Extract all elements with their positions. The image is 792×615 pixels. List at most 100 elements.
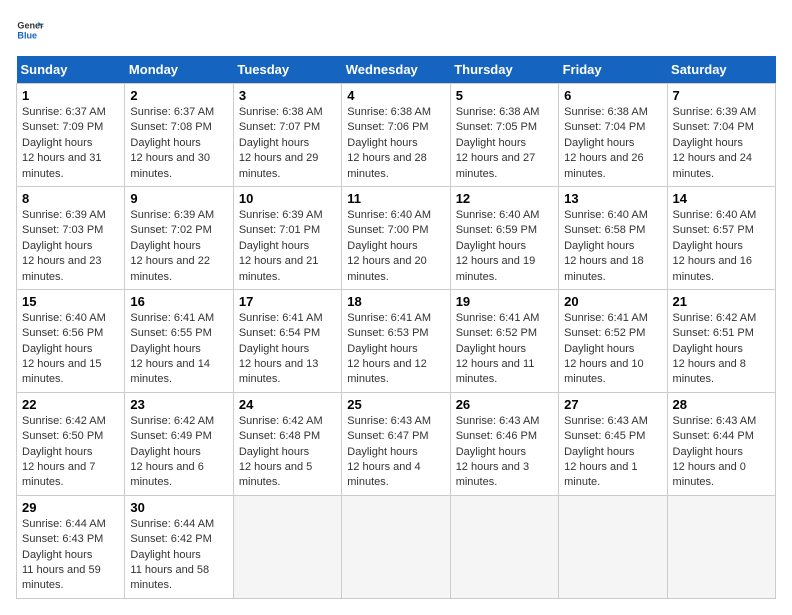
daylight-value: 12 hours and 27 minutes.: [456, 152, 536, 179]
daylight-label: Daylight hours: [22, 549, 92, 561]
day-info: Sunrise: 6:43 AM Sunset: 6:44 PM Dayligh…: [673, 414, 770, 491]
sunset-label: Sunset: 7:01 PM: [239, 224, 320, 236]
sunset-label: Sunset: 6:45 PM: [564, 430, 645, 442]
day-number: 8: [22, 191, 119, 206]
sunrise-label: Sunrise: 6:40 AM: [347, 209, 431, 221]
day-info: Sunrise: 6:44 AM Sunset: 6:43 PM Dayligh…: [22, 517, 119, 594]
day-number: 23: [130, 397, 227, 412]
day-info: Sunrise: 6:40 AM Sunset: 6:59 PM Dayligh…: [456, 208, 553, 285]
sunset-label: Sunset: 6:43 PM: [22, 533, 103, 545]
day-info: Sunrise: 6:41 AM Sunset: 6:53 PM Dayligh…: [347, 311, 444, 388]
day-number: 17: [239, 294, 336, 309]
day-info: Sunrise: 6:40 AM Sunset: 7:00 PM Dayligh…: [347, 208, 444, 285]
daylight-label: Daylight hours: [239, 343, 309, 355]
calendar-week-5: 29 Sunrise: 6:44 AM Sunset: 6:43 PM Dayl…: [17, 495, 776, 598]
day-number: 27: [564, 397, 661, 412]
daylight-value: 12 hours and 13 minutes.: [239, 358, 319, 385]
calendar-cell: 25 Sunrise: 6:43 AM Sunset: 6:47 PM Dayl…: [342, 392, 450, 495]
calendar-week-1: 1 Sunrise: 6:37 AM Sunset: 7:09 PM Dayli…: [17, 84, 776, 187]
day-number: 18: [347, 294, 444, 309]
logo-icon: General Blue: [16, 16, 44, 44]
day-number: 20: [564, 294, 661, 309]
day-number: 24: [239, 397, 336, 412]
daylight-value: 12 hours and 22 minutes.: [130, 255, 210, 282]
sunset-label: Sunset: 7:04 PM: [673, 121, 754, 133]
daylight-value: 12 hours and 19 minutes.: [456, 255, 536, 282]
day-number: 7: [673, 88, 770, 103]
day-number: 5: [456, 88, 553, 103]
daylight-label: Daylight hours: [347, 446, 417, 458]
sunrise-label: Sunrise: 6:42 AM: [673, 312, 757, 324]
daylight-value: 12 hours and 26 minutes.: [564, 152, 644, 179]
svg-text:General: General: [17, 21, 44, 31]
daylight-label: Daylight hours: [239, 137, 309, 149]
daylight-value: 11 hours and 58 minutes.: [130, 564, 209, 591]
day-info: Sunrise: 6:40 AM Sunset: 6:56 PM Dayligh…: [22, 311, 119, 388]
calendar-cell: 7 Sunrise: 6:39 AM Sunset: 7:04 PM Dayli…: [667, 84, 775, 187]
sunrise-label: Sunrise: 6:42 AM: [239, 415, 323, 427]
day-info: Sunrise: 6:44 AM Sunset: 6:42 PM Dayligh…: [130, 517, 227, 594]
calendar-cell: 28 Sunrise: 6:43 AM Sunset: 6:44 PM Dayl…: [667, 392, 775, 495]
sunset-label: Sunset: 6:47 PM: [347, 430, 428, 442]
calendar-header: SundayMondayTuesdayWednesdayThursdayFrid…: [17, 56, 776, 84]
calendar-cell: [559, 495, 667, 598]
daylight-label: Daylight hours: [456, 240, 526, 252]
calendar-cell: 1 Sunrise: 6:37 AM Sunset: 7:09 PM Dayli…: [17, 84, 125, 187]
calendar-cell: [342, 495, 450, 598]
daylight-value: 12 hours and 8 minutes.: [673, 358, 746, 385]
daylight-value: 12 hours and 11 minutes.: [456, 358, 535, 385]
daylight-value: 11 hours and 59 minutes.: [22, 564, 101, 591]
day-number: 16: [130, 294, 227, 309]
daylight-label: Daylight hours: [673, 240, 743, 252]
day-number: 15: [22, 294, 119, 309]
day-number: 28: [673, 397, 770, 412]
calendar-cell: 9 Sunrise: 6:39 AM Sunset: 7:02 PM Dayli…: [125, 186, 233, 289]
day-info: Sunrise: 6:37 AM Sunset: 7:09 PM Dayligh…: [22, 105, 119, 182]
sunset-label: Sunset: 7:07 PM: [239, 121, 320, 133]
sunrise-label: Sunrise: 6:41 AM: [564, 312, 648, 324]
sunrise-label: Sunrise: 6:39 AM: [22, 209, 106, 221]
calendar-cell: 6 Sunrise: 6:38 AM Sunset: 7:04 PM Dayli…: [559, 84, 667, 187]
col-header-monday: Monday: [125, 56, 233, 84]
calendar-cell: 26 Sunrise: 6:43 AM Sunset: 6:46 PM Dayl…: [450, 392, 558, 495]
sunset-label: Sunset: 6:52 PM: [456, 327, 537, 339]
daylight-label: Daylight hours: [130, 343, 200, 355]
daylight-label: Daylight hours: [130, 240, 200, 252]
sunset-label: Sunset: 6:46 PM: [456, 430, 537, 442]
sunrise-label: Sunrise: 6:38 AM: [347, 106, 431, 118]
sunrise-label: Sunrise: 6:41 AM: [347, 312, 431, 324]
daylight-label: Daylight hours: [130, 137, 200, 149]
calendar-cell: 8 Sunrise: 6:39 AM Sunset: 7:03 PM Dayli…: [17, 186, 125, 289]
sunrise-label: Sunrise: 6:39 AM: [673, 106, 757, 118]
day-info: Sunrise: 6:38 AM Sunset: 7:05 PM Dayligh…: [456, 105, 553, 182]
daylight-label: Daylight hours: [347, 240, 417, 252]
daylight-value: 12 hours and 4 minutes.: [347, 461, 420, 488]
sunrise-label: Sunrise: 6:40 AM: [564, 209, 648, 221]
daylight-value: 12 hours and 5 minutes.: [239, 461, 312, 488]
sunset-label: Sunset: 7:03 PM: [22, 224, 103, 236]
sunset-label: Sunset: 6:53 PM: [347, 327, 428, 339]
daylight-label: Daylight hours: [673, 343, 743, 355]
daylight-value: 12 hours and 12 minutes.: [347, 358, 427, 385]
sunrise-label: Sunrise: 6:40 AM: [456, 209, 540, 221]
sunrise-label: Sunrise: 6:40 AM: [22, 312, 106, 324]
daylight-label: Daylight hours: [239, 240, 309, 252]
sunset-label: Sunset: 7:04 PM: [564, 121, 645, 133]
day-number: 30: [130, 500, 227, 515]
sunset-label: Sunset: 7:02 PM: [130, 224, 211, 236]
calendar-cell: [233, 495, 341, 598]
col-header-wednesday: Wednesday: [342, 56, 450, 84]
day-number: 4: [347, 88, 444, 103]
daylight-label: Daylight hours: [347, 343, 417, 355]
daylight-label: Daylight hours: [456, 446, 526, 458]
sunrise-label: Sunrise: 6:43 AM: [673, 415, 757, 427]
sunset-label: Sunset: 7:08 PM: [130, 121, 211, 133]
day-number: 6: [564, 88, 661, 103]
sunset-label: Sunset: 6:52 PM: [564, 327, 645, 339]
daylight-label: Daylight hours: [347, 137, 417, 149]
sunset-label: Sunset: 6:51 PM: [673, 327, 754, 339]
calendar-cell: 23 Sunrise: 6:42 AM Sunset: 6:49 PM Dayl…: [125, 392, 233, 495]
sunrise-label: Sunrise: 6:41 AM: [239, 312, 323, 324]
day-number: 21: [673, 294, 770, 309]
day-number: 14: [673, 191, 770, 206]
